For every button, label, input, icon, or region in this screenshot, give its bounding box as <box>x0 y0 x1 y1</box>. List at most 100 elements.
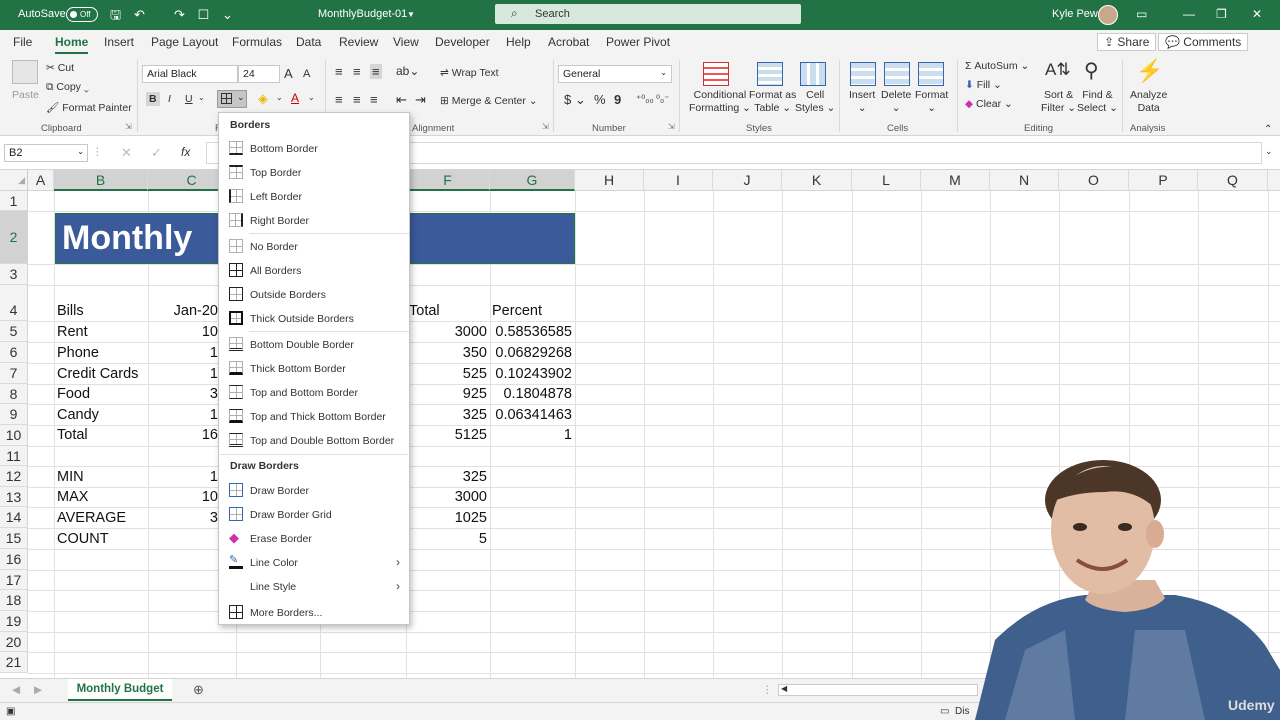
fill-button[interactable]: ⬇ Fill ⌄ <box>965 79 1002 91</box>
cell-bill-name[interactable]: Rent <box>57 324 88 340</box>
row-header-5[interactable]: 5 <box>0 321 28 342</box>
cell-percent-value[interactable]: 0.06829268 <box>492 345 572 361</box>
sort-filter-icon[interactable]: A⇅ <box>1045 60 1071 80</box>
title-chevron-icon[interactable]: ▼ <box>407 10 415 19</box>
avatar[interactable] <box>1098 5 1118 25</box>
cell-total-value[interactable]: 525 <box>408 366 487 382</box>
display-settings-label[interactable]: Dis <box>955 706 969 717</box>
tab-page-layout[interactable]: Page Layout <box>151 35 218 49</box>
find-icon[interactable]: ⚲ <box>1084 58 1099 83</box>
menu-item-thick-outside-borders[interactable]: Thick Outside Borders <box>220 307 408 330</box>
autosave-toggle[interactable]: Off <box>66 7 98 22</box>
prev-sheet-icon[interactable]: ◀ <box>12 684 20 696</box>
cell-jan-value[interactable]: 10 <box>150 324 218 340</box>
tab-file[interactable]: File <box>13 35 32 49</box>
cell-stat-jan[interactable]: 1 <box>150 469 218 485</box>
tab-splitter-icon[interactable]: ⋮ <box>762 684 773 696</box>
insert-function-icon[interactable]: fx <box>181 145 190 159</box>
cell-total-value[interactable]: 925 <box>408 386 487 402</box>
copy-button[interactable]: ⧉ Copy ⌄ <box>46 81 89 94</box>
scroll-left-icon[interactable]: ◀ <box>781 684 787 693</box>
tab-acrobat[interactable]: Acrobat <box>548 35 589 49</box>
cell-styles-button[interactable]: Cell Styles ⌄ <box>795 89 835 115</box>
column-header-j[interactable]: J <box>713 170 782 191</box>
cell-stat-total[interactable]: 1025 <box>408 510 487 526</box>
column-header-p[interactable]: P <box>1129 170 1198 191</box>
document-title[interactable]: MonthlyBudget-01 <box>318 8 407 20</box>
paste-icon[interactable] <box>12 60 38 84</box>
clipboard-launcher-icon[interactable]: ⇲ <box>125 122 132 131</box>
share-button[interactable]: ⇪ Share <box>1097 33 1157 51</box>
row-header-11[interactable]: 11 <box>0 446 28 466</box>
cell-styles-icon[interactable] <box>800 62 826 86</box>
tab-data[interactable]: Data <box>296 35 321 49</box>
underline-button[interactable]: U <box>185 93 193 105</box>
menu-item-no-border[interactable]: No Border <box>220 235 408 258</box>
display-settings-icon[interactable]: ▭ <box>940 706 949 717</box>
top-align-icon[interactable]: ≡ <box>335 64 343 79</box>
middle-align-icon[interactable]: ≡ <box>353 64 361 79</box>
cell-jan-value[interactable]: 1 <box>150 407 218 423</box>
column-header-g[interactable]: G <box>490 170 575 191</box>
row-header-6[interactable]: 6 <box>0 342 28 363</box>
font-name-select[interactable]: Arial Black <box>142 65 238 83</box>
number-format-select[interactable]: General ⌄ <box>558 65 672 83</box>
cell-percent-value[interactable]: 0.1804878 <box>492 386 572 402</box>
cell-stat-label[interactable]: AVERAGE <box>57 510 126 526</box>
menu-item-more-borders[interactable]: More Borders... <box>220 601 408 624</box>
currency-icon[interactable]: $ ⌄ <box>564 92 586 108</box>
row-header-4[interactable]: 4 <box>0 285 28 321</box>
comments-button[interactable]: 💬 Comments <box>1158 33 1249 51</box>
menu-item-all-borders[interactable]: All Borders <box>220 259 408 282</box>
cell-stat-label[interactable]: MIN <box>57 469 84 485</box>
borders-button[interactable]: ⌄ <box>217 90 247 108</box>
cell-percent-value[interactable]: 0.06341463 <box>492 407 572 423</box>
comma-icon[interactable]: 9 <box>614 92 621 107</box>
row-header-15[interactable]: 15 <box>0 528 28 549</box>
number-launcher-icon[interactable]: ⇲ <box>668 122 675 131</box>
add-sheet-icon[interactable]: ⊕ <box>193 682 204 698</box>
align-right-icon[interactable]: ≡ <box>370 92 378 107</box>
underline-chevron-icon[interactable]: ⌄ <box>198 93 205 102</box>
menu-item-line-color[interactable]: ✎ Line Color › <box>220 551 408 574</box>
column-header-n[interactable]: N <box>990 170 1059 191</box>
analyze-data-icon[interactable]: ⚡ <box>1136 58 1163 84</box>
cell-percent-value[interactable]: 0.10243902 <box>492 366 572 382</box>
cell-stat-jan[interactable]: 3 <box>150 510 218 526</box>
decrease-decimal-icon[interactable]: ⁰₀⁻ <box>656 94 669 105</box>
tab-help[interactable]: Help <box>506 35 531 49</box>
insert-cells-icon[interactable] <box>850 62 876 86</box>
row-header-10[interactable]: 10 <box>0 425 28 446</box>
cell-percent-header[interactable]: Percent <box>492 303 542 319</box>
cell-total-value[interactable]: 325 <box>408 407 487 423</box>
format-as-table-icon[interactable] <box>757 62 783 86</box>
cancel-entry-icon[interactable]: ✕ <box>121 145 132 161</box>
column-header-m[interactable]: M <box>921 170 990 191</box>
name-box[interactable]: B2 ⌄ <box>4 144 88 162</box>
row-header-9[interactable]: 9 <box>0 404 28 425</box>
delete-cells-icon[interactable] <box>884 62 910 86</box>
analyze-data-button[interactable]: Analyze Data <box>1130 89 1167 115</box>
menu-item-top-double-bottom-border[interactable]: Top and Double Bottom Border <box>220 429 408 452</box>
column-header-a[interactable]: A <box>28 170 54 191</box>
row-header-3[interactable]: 3 <box>0 264 28 285</box>
fill-color-icon[interactable]: ◈ <box>258 91 268 107</box>
next-sheet-icon[interactable]: ▶ <box>34 684 42 696</box>
menu-item-top-bottom-border[interactable]: Top and Bottom Border <box>220 381 408 404</box>
cell-bills-header[interactable]: Bills <box>57 303 84 319</box>
menu-item-line-style[interactable]: Line Style › <box>220 575 408 598</box>
borders-chevron-icon[interactable]: ⌄ <box>237 92 245 103</box>
ribbon-display-icon[interactable]: ▭ <box>1136 7 1147 21</box>
restore-icon[interactable]: ❐ <box>1216 7 1227 21</box>
column-header-b[interactable]: B <box>54 170 148 191</box>
format-painter-button[interactable]: 🖌 Format Painter <box>46 101 132 114</box>
menu-item-outside-borders[interactable]: Outside Borders <box>220 283 408 306</box>
cell-stat-total[interactable]: 325 <box>408 469 487 485</box>
menu-item-thick-bottom-border[interactable]: Thick Bottom Border <box>220 357 408 380</box>
column-header-k[interactable]: K <box>782 170 852 191</box>
percent-icon[interactable]: % <box>594 92 606 107</box>
menu-item-top-border[interactable]: Top Border <box>220 161 408 184</box>
column-header-l[interactable]: L <box>852 170 921 191</box>
row-header-14[interactable]: 14 <box>0 507 28 528</box>
menu-item-top-thick-bottom-border[interactable]: Top and Thick Bottom Border <box>220 405 408 428</box>
